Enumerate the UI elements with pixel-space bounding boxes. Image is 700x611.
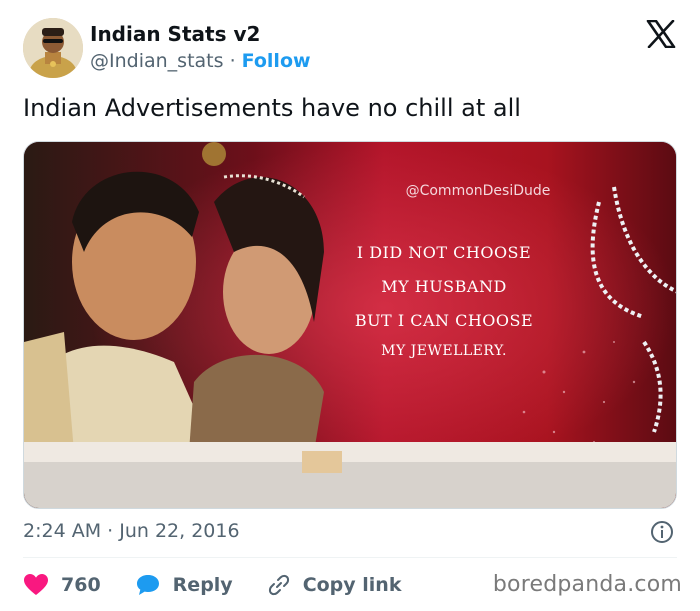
reply-icon [136, 575, 159, 595]
ad-copy-line: But I can choose [354, 311, 534, 330]
ad-watermark: @CommonDesiDude [405, 183, 551, 199]
reply-label: Reply [172, 574, 233, 596]
ad-copy-line: I did not choose [356, 243, 532, 262]
tweet-text: Indian Advertisements have no chill at a… [23, 94, 521, 122]
handle-row: @Indian_stats · Follow [90, 50, 311, 72]
like-count: 760 [61, 574, 101, 596]
info-icon[interactable] [650, 520, 674, 544]
reply-button[interactable]: Reply [135, 573, 233, 597]
ad-copy-line: my Jewellery. [381, 343, 507, 359]
divider [23, 557, 677, 558]
display-name[interactable]: Indian Stats v2 [90, 22, 260, 46]
timestamp[interactable]: 2:24 AM · Jun 22, 2016 [23, 520, 240, 542]
copy-link-button[interactable]: Copy link [267, 573, 402, 597]
action-bar: 760 Reply Copy link [23, 568, 435, 602]
handle[interactable]: @Indian_stats [90, 50, 224, 72]
tweet-card: Indian Stats v2 @Indian_stats · Follow I… [0, 0, 700, 611]
x-logo-icon[interactable] [646, 19, 676, 49]
follow-button[interactable]: Follow [242, 50, 311, 72]
copy-link-label: Copy link [302, 574, 402, 596]
heart-icon [24, 574, 48, 595]
source-credit: boredpanda.com [492, 572, 682, 597]
avatar[interactable] [23, 18, 83, 78]
link-icon [268, 574, 289, 596]
ad-copy-line: My husband [381, 277, 507, 296]
separator: · [229, 50, 236, 72]
tweet-image[interactable]: @CommonDesiDude I did not choose My husb… [23, 141, 677, 509]
like-button[interactable]: 760 [23, 573, 101, 597]
